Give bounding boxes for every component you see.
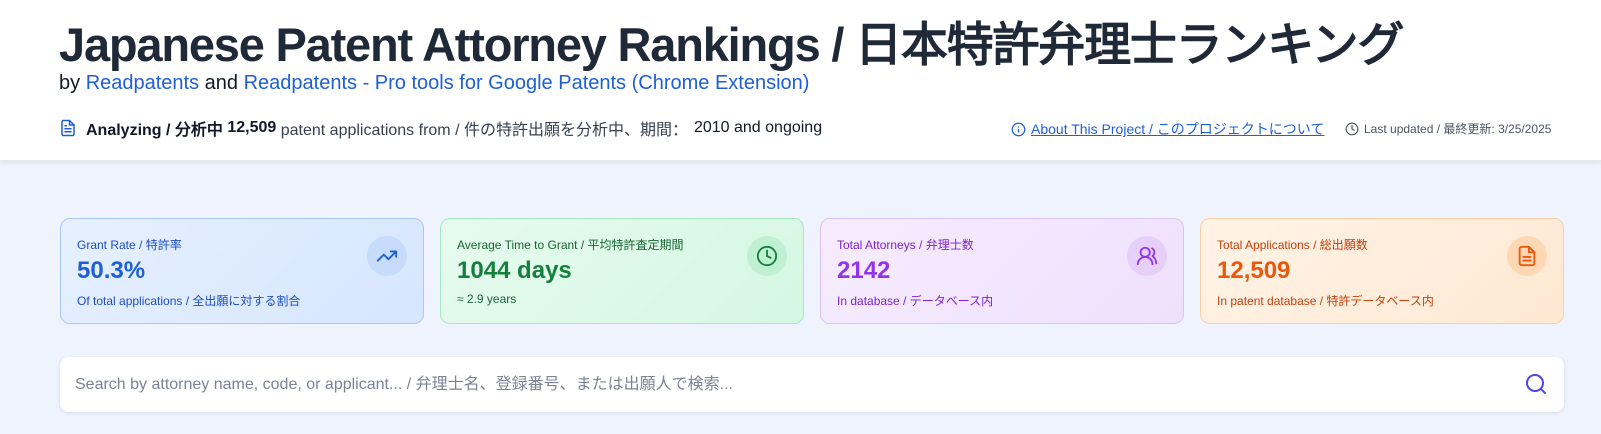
clock-icon xyxy=(747,236,787,276)
about-project-label: About This Project / このプロジェクトについて xyxy=(1031,121,1325,137)
grant-rate-card: Grant Rate / 特許率 50.3% Of total applicat… xyxy=(60,218,424,324)
average-time-label: Average Time to Grant / 平均特許査定期間 xyxy=(457,238,684,252)
document-icon xyxy=(61,119,75,137)
total-attorneys-label: Total Attorneys / 弁理士数 xyxy=(837,238,974,252)
info-icon xyxy=(1011,122,1026,136)
search-input[interactable] xyxy=(60,357,1510,412)
total-attorneys-subtext: In database / データベース内 xyxy=(837,294,994,308)
analysis-summary: Analyzing / 分析中 12,509 patent applicatio… xyxy=(59,116,822,140)
byline-by: by xyxy=(59,72,81,94)
total-applications-card: Total Applications / 総出願数 12,509 In pate… xyxy=(1200,218,1564,324)
readpatents-link[interactable]: Readpatents xyxy=(86,72,199,94)
about-project-link[interactable]: About This Project / このプロジェクトについて xyxy=(1011,119,1324,139)
grant-rate-value: 50.3% xyxy=(77,257,146,284)
byline: by Readpatents and Readpatents - Pro too… xyxy=(59,72,809,95)
byline-and: and xyxy=(204,72,239,94)
total-applications-label: Total Applications / 総出願数 xyxy=(1217,238,1368,252)
last-updated: Last updated / 最終更新: 3/25/2025 xyxy=(1345,120,1551,137)
grant-rate-label: Grant Rate / 特許率 xyxy=(77,238,182,252)
analyzing-label: Analyzing / 分析中 xyxy=(86,122,223,139)
total-attorneys-card: Total Attorneys / 弁理士数 2142 In database … xyxy=(820,218,1184,324)
page-header: Japanese Patent Attorney Rankings / 日本特許… xyxy=(0,0,1601,161)
clock-icon xyxy=(1345,122,1359,135)
average-time-value: 1044 days xyxy=(457,257,572,284)
last-updated-text: Last updated / 最終更新: 3/25/2025 xyxy=(1364,122,1552,136)
analyzing-text: patent applications from / 件の特許出願を分析中、期間… xyxy=(280,122,688,139)
total-attorneys-value: 2142 xyxy=(837,257,891,284)
analyzing-count: 12,509 xyxy=(227,119,277,136)
search-icon[interactable] xyxy=(1524,372,1548,396)
document-icon xyxy=(1507,236,1547,276)
page-title: Japanese Patent Attorney Rankings / 日本特許… xyxy=(59,18,1404,71)
average-time-subtext: ≈ 2.9 years xyxy=(457,292,517,306)
total-applications-value: 12,509 xyxy=(1217,257,1291,284)
chrome-extension-link[interactable]: Readpatents - Pro tools for Google Paten… xyxy=(244,72,810,94)
search-bar xyxy=(60,357,1564,412)
users-icon xyxy=(1127,236,1167,276)
trending-up-icon xyxy=(367,236,407,276)
average-time-card: Average Time to Grant / 平均特許査定期間 1044 da… xyxy=(440,218,804,324)
analyzing-period: 2010 and ongoing xyxy=(693,119,823,136)
grant-rate-subtext: Of total applications / 全出願に対する割合 xyxy=(77,294,301,308)
total-applications-subtext: In patent database / 特許データベース内 xyxy=(1217,294,1434,308)
